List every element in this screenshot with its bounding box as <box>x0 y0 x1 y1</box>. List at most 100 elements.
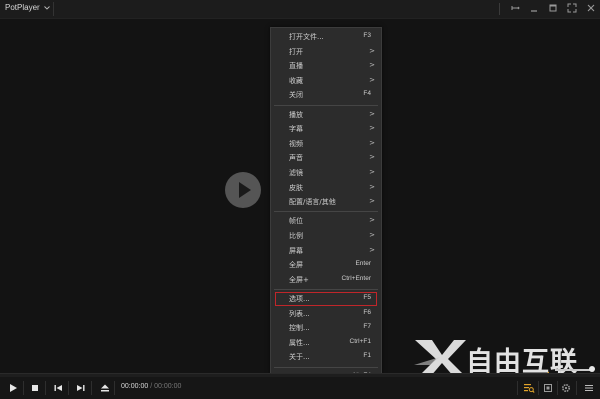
menu-item[interactable]: 收藏 > <box>271 74 381 88</box>
fullscreen-icon[interactable] <box>567 3 577 14</box>
next-icon <box>77 385 85 391</box>
gear-icon <box>561 383 571 393</box>
current-time: 00:00:00 <box>121 383 149 390</box>
control-divider <box>23 381 24 395</box>
menu-item[interactable]: 配置/语言/其他 > <box>271 195 381 209</box>
app-menu-button[interactable]: PotPlayer <box>5 3 50 12</box>
submenu-arrow-icon: > <box>369 75 375 84</box>
menu-item-label: 帧位 <box>289 217 303 226</box>
menu-item-label: 打开 <box>289 47 303 56</box>
play-button[interactable] <box>7 382 19 394</box>
menu-item[interactable]: 列表... F6 <box>271 307 381 321</box>
menu-item-label: 全屏 <box>289 261 303 270</box>
window-controls <box>498 3 596 15</box>
control-divider <box>517 381 518 395</box>
submenu-arrow-icon: > <box>369 231 375 239</box>
title-bar: PotPlayer <box>0 0 600 19</box>
control-divider <box>576 381 577 395</box>
previous-button[interactable] <box>52 382 64 394</box>
menu-item[interactable]: 直播 > <box>271 59 381 73</box>
menu-item-shortcut: F1 <box>363 352 371 360</box>
eject-button[interactable] <box>99 382 111 394</box>
control-divider <box>114 381 115 395</box>
menu-item[interactable]: 打开 > <box>271 45 381 59</box>
control-divider <box>68 381 69 395</box>
menu-item-shortcut: F3 <box>363 32 371 39</box>
time-separator: / <box>150 383 153 390</box>
menu-separator <box>274 288 378 290</box>
menu-item[interactable]: 皮肤 > <box>271 181 381 195</box>
menu-item-label: 选项... <box>289 295 310 303</box>
previous-icon <box>54 385 62 391</box>
submenu-arrow-icon: > <box>369 168 375 176</box>
eject-icon <box>101 384 109 392</box>
submenu-arrow-icon: > <box>369 245 375 254</box>
menu-item[interactable]: 帧位 > <box>271 214 381 228</box>
minimize-icon[interactable] <box>529 3 539 14</box>
menu-item-shortcut: F7 <box>363 323 371 331</box>
close-icon[interactable] <box>586 3 596 14</box>
restore-icon[interactable] <box>548 3 558 14</box>
submenu-arrow-icon: > <box>369 153 375 162</box>
menu-item-label: 全屏+ <box>289 275 309 284</box>
menu-item[interactable]: 比例 > <box>271 229 381 243</box>
submenu-arrow-icon: > <box>369 216 375 225</box>
menu-item[interactable]: 播放 > <box>271 108 381 122</box>
menu-item[interactable]: 全屏+ Ctrl+Enter <box>271 273 381 287</box>
menu-item-shortcut: F4 <box>363 90 371 98</box>
menu-item[interactable]: 选项... F5 <box>275 292 377 306</box>
menu-item[interactable]: 打开文件... F3 <box>271 30 381 44</box>
menu-item-label: 控制... <box>289 324 310 333</box>
settings-button[interactable] <box>560 382 572 394</box>
pin-icon[interactable] <box>510 3 520 14</box>
menu-separator <box>274 211 378 213</box>
submenu-arrow-icon: > <box>369 138 375 147</box>
center-play-button[interactable] <box>225 172 261 208</box>
window-controls-divider <box>499 3 500 15</box>
submenu-arrow-icon: > <box>369 61 375 70</box>
menu-item-label: 收藏 <box>289 76 303 85</box>
control-divider <box>538 381 539 395</box>
menu-item-label: 配置/语言/其他 <box>289 198 336 207</box>
title-divider <box>53 2 54 16</box>
submenu-arrow-icon: > <box>369 46 375 55</box>
chevron-down-icon <box>43 3 50 12</box>
menu-item[interactable]: 关闭 F4 <box>271 88 381 102</box>
menu-item-label: 播放 <box>289 110 303 119</box>
play-icon <box>10 384 17 392</box>
menu-item[interactable]: 滤镜 > <box>271 166 381 180</box>
menu-item[interactable]: 屏幕 > <box>271 244 381 258</box>
menu-item-shortcut: Ctrl+F1 <box>349 337 372 345</box>
menu-item[interactable]: 字幕 > <box>271 122 381 136</box>
stop-button[interactable] <box>29 382 41 394</box>
menu-item[interactable]: 关于... F1 <box>271 350 381 364</box>
menu-separator <box>274 104 378 106</box>
menu-item-label: 滤镜 <box>289 169 303 177</box>
menu-item[interactable]: 声音 > <box>271 151 381 165</box>
menu-item[interactable]: 视频 > <box>271 137 381 151</box>
subtitle-search-button[interactable] <box>523 382 535 394</box>
submenu-arrow-icon: > <box>369 124 375 133</box>
playlist-button[interactable] <box>542 382 554 394</box>
submenu-arrow-icon: > <box>369 182 375 191</box>
menu-item-label: 屏幕 <box>289 246 303 255</box>
menu-item-shortcut: F5 <box>363 294 371 301</box>
menu-item-label: 关闭 <box>289 91 303 100</box>
next-button[interactable] <box>75 382 87 394</box>
menu-item-label: 比例 <box>289 232 303 240</box>
menu-item-shortcut: F6 <box>363 308 371 316</box>
submenu-arrow-icon: > <box>369 109 375 118</box>
menu-item[interactable]: 全屏 Enter <box>271 258 381 272</box>
main-menu-button[interactable] <box>583 382 595 394</box>
playlist-icon <box>544 384 552 392</box>
menu-item-shortcut: Ctrl+Enter <box>341 274 371 282</box>
total-time: 00:00:00 <box>154 383 182 390</box>
volume-handle[interactable] <box>589 366 595 372</box>
hamburger-menu-icon <box>585 385 593 391</box>
menu-item[interactable]: 属性... Ctrl+F1 <box>271 336 381 350</box>
menu-item-label: 直播 <box>289 62 303 71</box>
context-menu: 打开文件... F3 打开 > 直播 > 收藏 > 关闭 F4 播放 > 字幕 > 视频 > 声音 > 滤镜 > 皮肤 >… <box>270 27 382 381</box>
menu-item-label: 声音 <box>289 154 303 163</box>
menu-item[interactable]: 控制... F7 <box>271 321 381 335</box>
subtitle-search-icon <box>524 384 535 393</box>
